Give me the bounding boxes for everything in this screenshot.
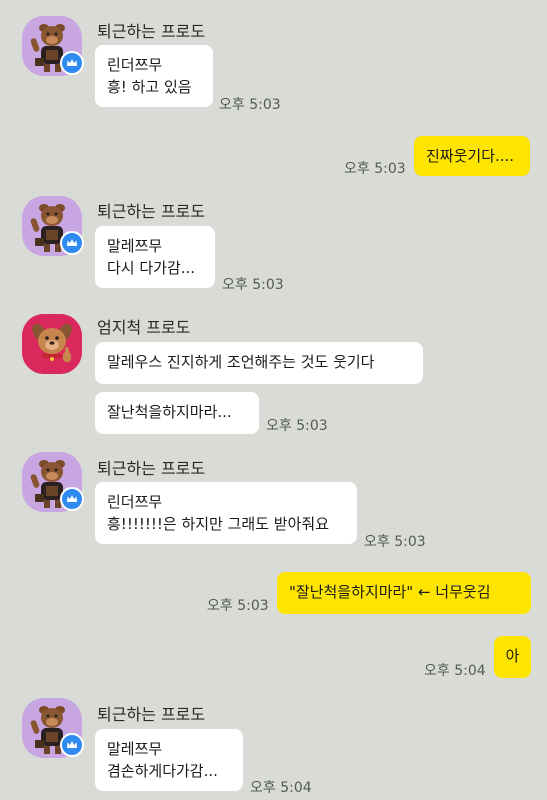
chat-screen: { "colors": { "background": "#d9dcd6", "… — [0, 0, 547, 800]
message-line: 진짜웃기다.... — [426, 147, 515, 165]
message-line: "잘난척을하지마라" ← 너무웃김 — [289, 583, 491, 601]
sender-name: 퇴근하는 프로도 — [97, 22, 206, 41]
message-time: 오후 5:03 — [344, 161, 406, 177]
message-bubble[interactable]: 잘난척을하지마라... — [95, 392, 259, 434]
message-bubble[interactable]: 린더쯔무 흥!!!!!!!은 하지만 그래도 받아줘요 — [95, 482, 357, 544]
message-bubble-outgoing[interactable]: 진짜웃기다.... — [414, 136, 530, 176]
message-time: 오후 5:03 — [364, 534, 426, 550]
message-bubble[interactable]: 말레쯔무 다시 다가감... — [95, 226, 215, 288]
message-time: 오후 5:03 — [219, 97, 281, 113]
message-line: 흥! 하고 있음 — [107, 78, 192, 96]
crown-badge-icon — [60, 487, 84, 511]
message-bubble-outgoing[interactable]: 아 — [494, 636, 531, 678]
sender-name: 퇴근하는 프로도 — [97, 705, 206, 724]
message-line: 아 — [505, 647, 520, 665]
message-line: 말레쯔무 — [107, 740, 163, 758]
message-line: 린더쯔무 — [107, 493, 163, 511]
sender-name: 퇴근하는 프로도 — [97, 459, 206, 478]
message-line: 흥!!!!!!!은 하지만 그래도 받아줘요 — [107, 515, 329, 533]
message-line: 말레쯔무 — [107, 237, 163, 255]
message-bubble[interactable]: 린더쯔무 흥! 하고 있음 — [95, 45, 213, 107]
message-line: 린더쯔무 — [107, 56, 163, 74]
crown-badge-icon — [60, 51, 84, 75]
crown-badge-icon — [60, 231, 84, 255]
message-line: 겸손하게다가감... — [107, 762, 218, 780]
message-time: 오후 5:04 — [424, 663, 486, 679]
sender-name: 엄지척 프로도 — [97, 318, 191, 337]
message-line: 말레우스 진지하게 조언해주는 것도 웃기다 — [107, 353, 375, 371]
sender-name: 퇴근하는 프로도 — [97, 202, 206, 221]
message-line: 잘난척을하지마라... — [107, 403, 232, 421]
message-time: 오후 5:03 — [222, 277, 284, 293]
message-bubble-outgoing[interactable]: "잘난척을하지마라" ← 너무웃김 — [277, 572, 531, 614]
message-bubble[interactable]: 말레우스 진지하게 조언해주는 것도 웃기다 — [95, 342, 423, 384]
message-time: 오후 5:03 — [266, 418, 328, 434]
message-bubble[interactable]: 말레쯔무 겸손하게다가감... — [95, 729, 243, 791]
message-line: 다시 다가감... — [107, 259, 196, 277]
message-time: 오후 5:03 — [207, 598, 269, 614]
crown-badge-icon — [60, 733, 84, 757]
message-time: 오후 5:04 — [250, 780, 312, 796]
frodo-thumbsup-icon[interactable] — [22, 314, 82, 374]
